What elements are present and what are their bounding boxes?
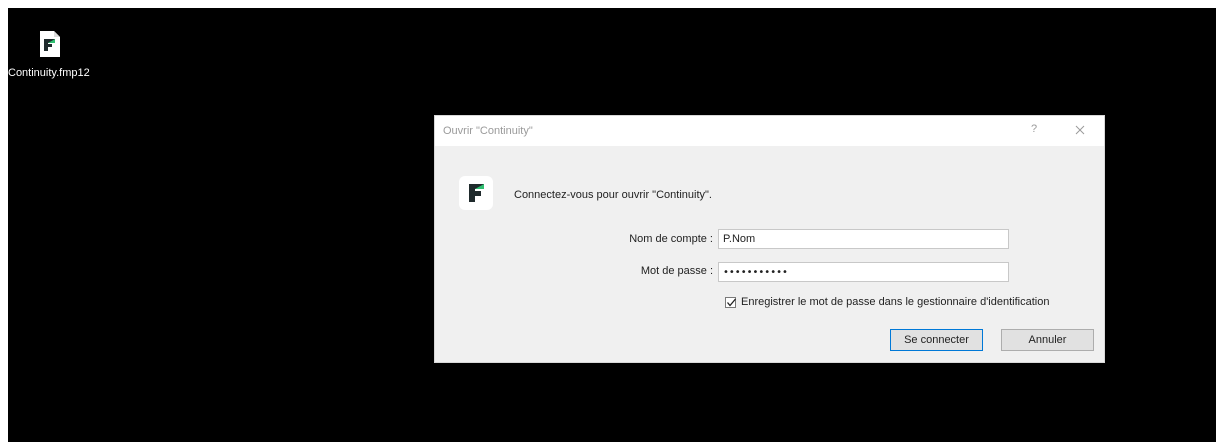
connect-button-label: Se connecter: [904, 334, 969, 346]
desktop: Continuity.fmp12 Ouvrir "Continuity" ? C…: [8, 8, 1216, 442]
remember-password-option[interactable]: Enregistrer le mot de passe dans le gest…: [725, 296, 1049, 308]
account-name-input[interactable]: [718, 229, 1009, 249]
desktop-file-continuity[interactable]: Continuity.fmp12: [8, 30, 92, 79]
remember-password-checkbox[interactable]: [725, 296, 736, 308]
help-button[interactable]: ?: [1031, 123, 1037, 135]
password-input[interactable]: [718, 262, 1009, 282]
desktop-file-label: Continuity.fmp12: [8, 67, 90, 79]
login-dialog: Ouvrir "Continuity" ? Connectez-vous pou…: [434, 115, 1105, 363]
remember-password-label: Enregistrer le mot de passe dans le gest…: [741, 296, 1050, 308]
cancel-button[interactable]: Annuler: [1001, 329, 1094, 351]
close-icon: [1075, 125, 1085, 135]
dialog-title: Ouvrir "Continuity": [443, 125, 533, 137]
password-label: Mot de passe :: [640, 265, 713, 277]
filemaker-app-icon: [459, 176, 493, 210]
filemaker-file-icon: [40, 31, 60, 57]
checkmark-icon: [727, 298, 736, 307]
connect-button[interactable]: Se connecter: [890, 329, 983, 351]
dialog-titlebar: Ouvrir "Continuity" ?: [435, 116, 1104, 146]
login-prompt: Connectez-vous pour ouvrir "Continuity".: [514, 189, 712, 201]
account-label: Nom de compte :: [629, 233, 713, 245]
close-button[interactable]: [1069, 120, 1091, 140]
